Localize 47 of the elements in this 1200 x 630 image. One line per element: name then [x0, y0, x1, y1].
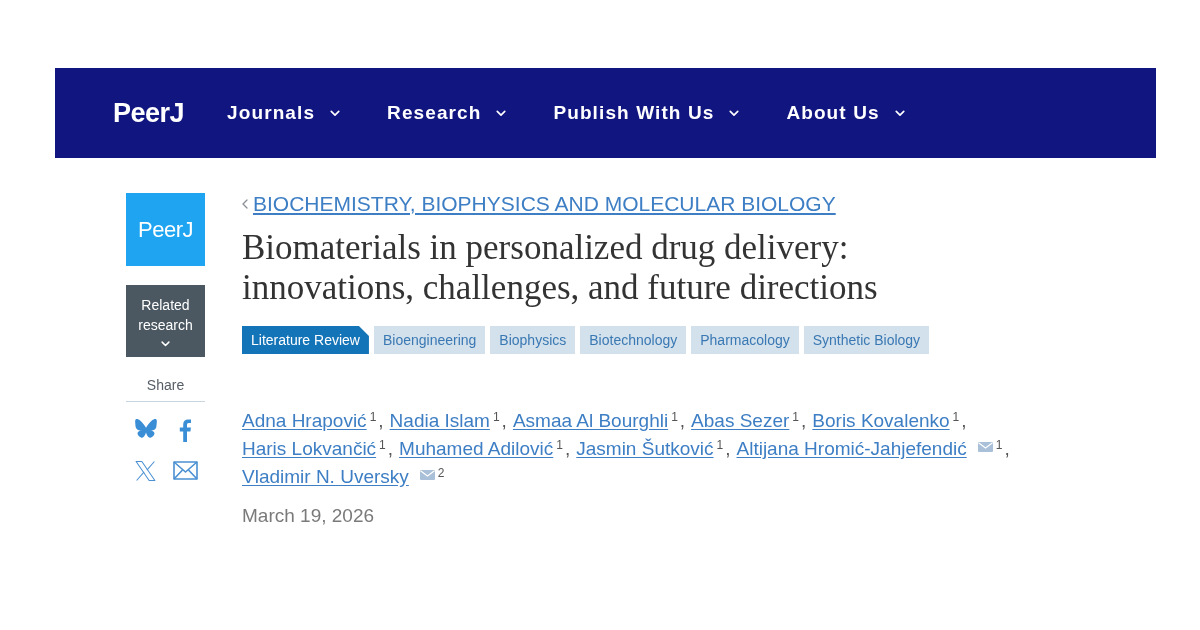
author-link[interactable]: Boris Kovalenko [812, 407, 950, 435]
chevron-down-icon [496, 109, 507, 117]
affiliation-note: $^{1}$, [492, 409, 507, 433]
tag-link[interactable]: Biotechnology [580, 326, 687, 354]
tag-link[interactable]: Literature Review [242, 326, 369, 354]
publication-date: March 19, 2026 [242, 505, 376, 527]
affiliation-note: $^{1}$, [716, 437, 731, 461]
nav-menu-button[interactable]: Publish With Us [553, 101, 740, 125]
author-link[interactable]: Abas Sezer [691, 407, 790, 435]
x-logo-icon[interactable] [135, 461, 157, 481]
affiliation-note: $^{1}$, [556, 437, 571, 461]
affiliation-note: $^{1}$, [995, 437, 1010, 461]
author-link[interactable]: Vladimir N. Uversky [242, 463, 409, 491]
tag-link[interactable]: Synthetic Biology [803, 326, 930, 354]
related-research-button[interactable]: Related research [126, 285, 205, 357]
affiliation-note: $^{1}$, [671, 409, 686, 433]
author-link[interactable]: Asmaa Al Bourghli [512, 407, 669, 435]
author-link[interactable]: Nadia Islam [389, 407, 490, 435]
share-label: Share [145, 377, 186, 393]
journal-logo[interactable]: PeerJ [126, 193, 205, 266]
author-link[interactable]: Muhamed Adilović [399, 435, 554, 463]
chevron-down-icon [894, 109, 905, 117]
tag-link[interactable]: Biophysics [490, 326, 576, 354]
article-title: Biomaterials in personalized drug delivery: innovations, challenges, and future directions [242, 228, 879, 308]
author-link[interactable]: Adna Hrapović [242, 407, 367, 435]
author-link[interactable]: Jasmin Šutković [576, 435, 714, 463]
affiliation-note: $^{1}$, [369, 409, 384, 433]
affiliation-note: 2 [437, 465, 446, 482]
chevron-down-icon [161, 341, 170, 347]
affiliation-note: $^{1}$, [792, 409, 807, 433]
author-link[interactable]: Haris Lokvančić [242, 435, 377, 463]
chevron-down-icon [729, 109, 740, 117]
tag-link[interactable]: Pharmacology [691, 326, 799, 354]
site-logo[interactable]: PeerJ [113, 98, 185, 128]
chevron-down-icon [330, 109, 341, 117]
nav-menu-button[interactable]: Research [387, 101, 507, 125]
affiliation-note: $^{1}$, [952, 409, 967, 433]
tag-link[interactable]: Bioengineering [373, 326, 486, 354]
nav-menu-button[interactable]: Journals [227, 101, 341, 125]
author-link[interactable]: Altijana Hromić-Jahjefendić [736, 435, 967, 463]
facebook-icon[interactable] [179, 419, 192, 442]
mail-icon[interactable] [172, 461, 198, 480]
nav-menu-button[interactable]: About Us [786, 101, 905, 125]
chevron-left-icon [242, 199, 248, 209]
butterfly-icon[interactable] [134, 419, 157, 438]
category-link[interactable]: BIOCHEMISTRY, BIOPHYSICS AND MOLECULAR BIOLOGY [253, 193, 836, 215]
affiliation-note: $^{1}$, [379, 437, 394, 461]
